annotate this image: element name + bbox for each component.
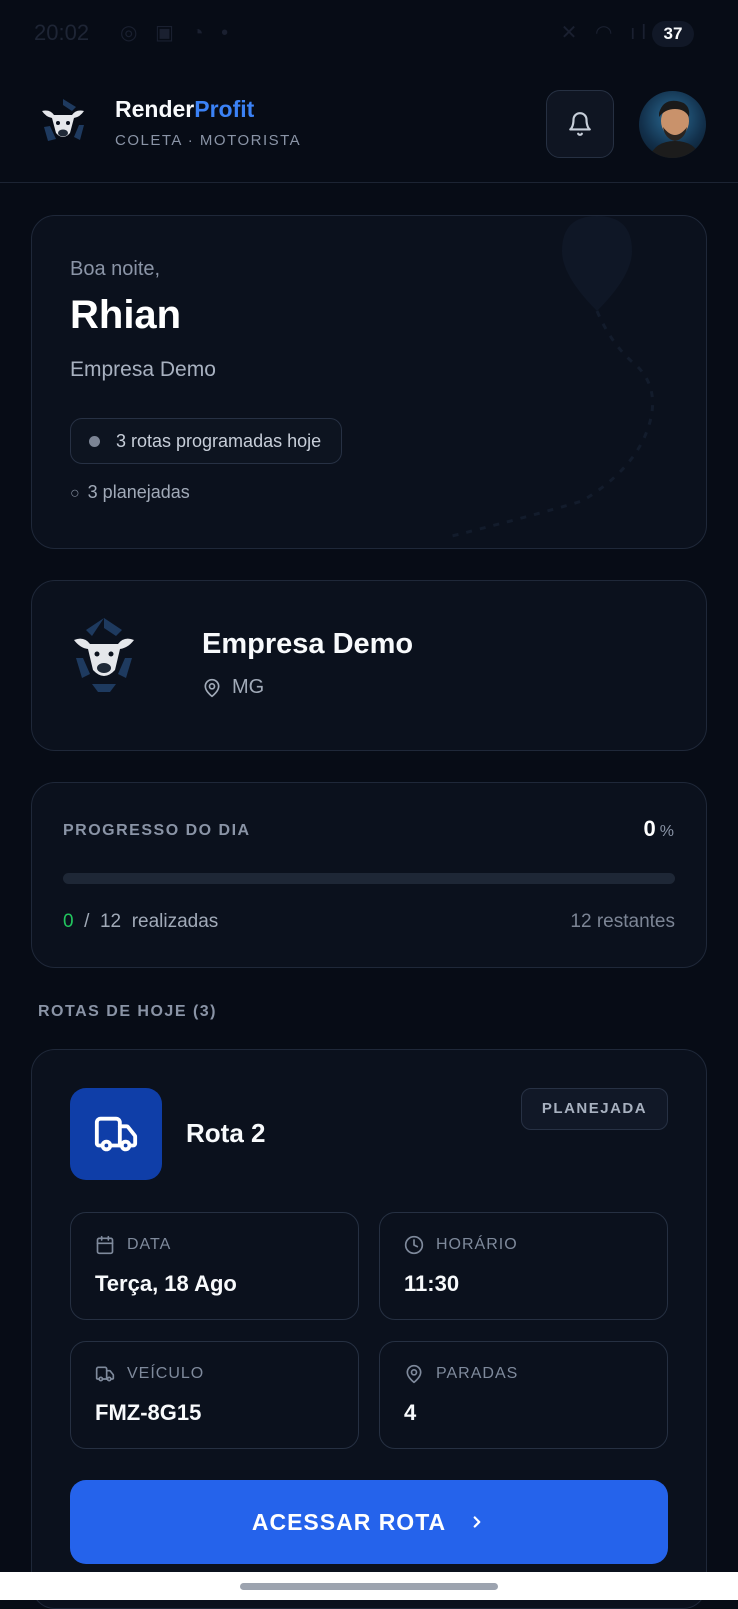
access-route-label: ACESSAR ROTA	[251, 1508, 447, 1535]
routes-today-text: 3 rotas programadas hoje	[116, 430, 322, 451]
brand-name-accent: Profit	[194, 96, 255, 122]
greeting-salutation: Boa noite,	[70, 258, 161, 280]
stops-label-text: PARADAS	[436, 1365, 519, 1382]
stops-value: 4	[404, 1400, 417, 1425]
route-icon-box	[70, 1088, 162, 1180]
bull-recycle-logo-icon	[74, 618, 134, 692]
user-avatar[interactable]	[639, 91, 706, 158]
route-time-tile: HORÁRIO 11:30	[379, 1212, 668, 1320]
clock-icon	[404, 1235, 424, 1255]
route-vehicle-tile: VEÍCULO FMZ-8G15	[70, 1341, 359, 1449]
map-pin-icon	[204, 678, 220, 697]
app-subtitle: COLETA · MOTORISTA	[115, 132, 302, 149]
battery-indicator: 37	[652, 21, 694, 47]
progress-percent: 0%	[644, 816, 674, 842]
routes-section-title: ROTAS DE HOJE (3)	[38, 1003, 217, 1020]
home-indicator[interactable]	[240, 1583, 498, 1590]
truck-icon	[94, 1116, 138, 1152]
time-label-text: HORÁRIO	[436, 1236, 518, 1253]
planned-text: 3 planejadas	[87, 482, 190, 502]
progress-bar	[63, 873, 675, 884]
truck-icon	[95, 1366, 115, 1382]
status-notification-icons: ◎ ▣ ◔ •	[120, 22, 235, 44]
vehicle-value: FMZ-8G15	[95, 1400, 202, 1425]
status-dot-icon	[89, 435, 100, 447]
status-signal-icons: ✕ ◠ ıl	[560, 22, 652, 44]
status-time: 20:02	[34, 20, 90, 45]
brand-name-primary: Render	[115, 96, 195, 122]
map-pin-icon	[406, 1364, 422, 1384]
date-value: Terça, 18 Ago	[95, 1271, 237, 1296]
planned-count: ○ 3 planejadas	[70, 482, 190, 503]
calendar-icon	[96, 1235, 114, 1255]
header-divider	[0, 182, 738, 183]
greeting-company: Empresa Demo	[70, 358, 216, 381]
time-label: HORÁRIO	[404, 1235, 518, 1255]
progress-remaining: 12 restantes	[570, 911, 675, 932]
bull-recycle-logo-icon	[42, 99, 84, 141]
done-count: 0	[63, 911, 74, 932]
company-name: Empresa Demo	[202, 628, 414, 660]
date-label-text: DATA	[127, 1236, 172, 1253]
map-pin-decoration-icon	[451, 216, 655, 538]
progress-percent-sign: %	[659, 823, 674, 840]
route-stops-tile: PARADAS 4	[379, 1341, 668, 1449]
user-photo	[649, 100, 701, 158]
bell-icon	[569, 112, 591, 136]
time-value: 11:30	[404, 1271, 460, 1296]
date-label: DATA	[95, 1235, 171, 1255]
notifications-button[interactable]	[546, 90, 614, 158]
access-route-button[interactable]: ACESSAR ROTA	[70, 1480, 668, 1564]
company-state-text: MG	[232, 676, 265, 698]
vehicle-label: VEÍCULO	[95, 1364, 204, 1384]
done-label: realizadas	[131, 911, 219, 932]
progress-title: PROGRESSO DO DIA	[63, 822, 251, 839]
total-count: 12	[99, 911, 122, 932]
route-status-badge: PLANEJADA	[521, 1088, 668, 1130]
route-date-tile: DATA Terça, 18 Ago	[70, 1212, 359, 1320]
route-name: Rota 2	[186, 1118, 266, 1148]
stops-label: PARADAS	[404, 1364, 518, 1384]
done-separator: /	[84, 911, 90, 932]
company-location: MG	[202, 676, 264, 699]
progress-percent-value: 0	[643, 816, 656, 841]
brand-name: RenderProfit	[115, 96, 254, 123]
company-logo	[70, 614, 138, 712]
app-logo	[36, 95, 90, 149]
vehicle-label-text: VEÍCULO	[127, 1365, 205, 1382]
progress-done: 0 / 12 realizadas	[63, 911, 218, 933]
chevron-right-icon	[473, 1516, 481, 1528]
routes-today-badge: 3 rotas programadas hoje	[70, 418, 343, 464]
circle-outline-icon: ○	[70, 485, 80, 502]
driver-name: Rhian	[70, 293, 182, 337]
